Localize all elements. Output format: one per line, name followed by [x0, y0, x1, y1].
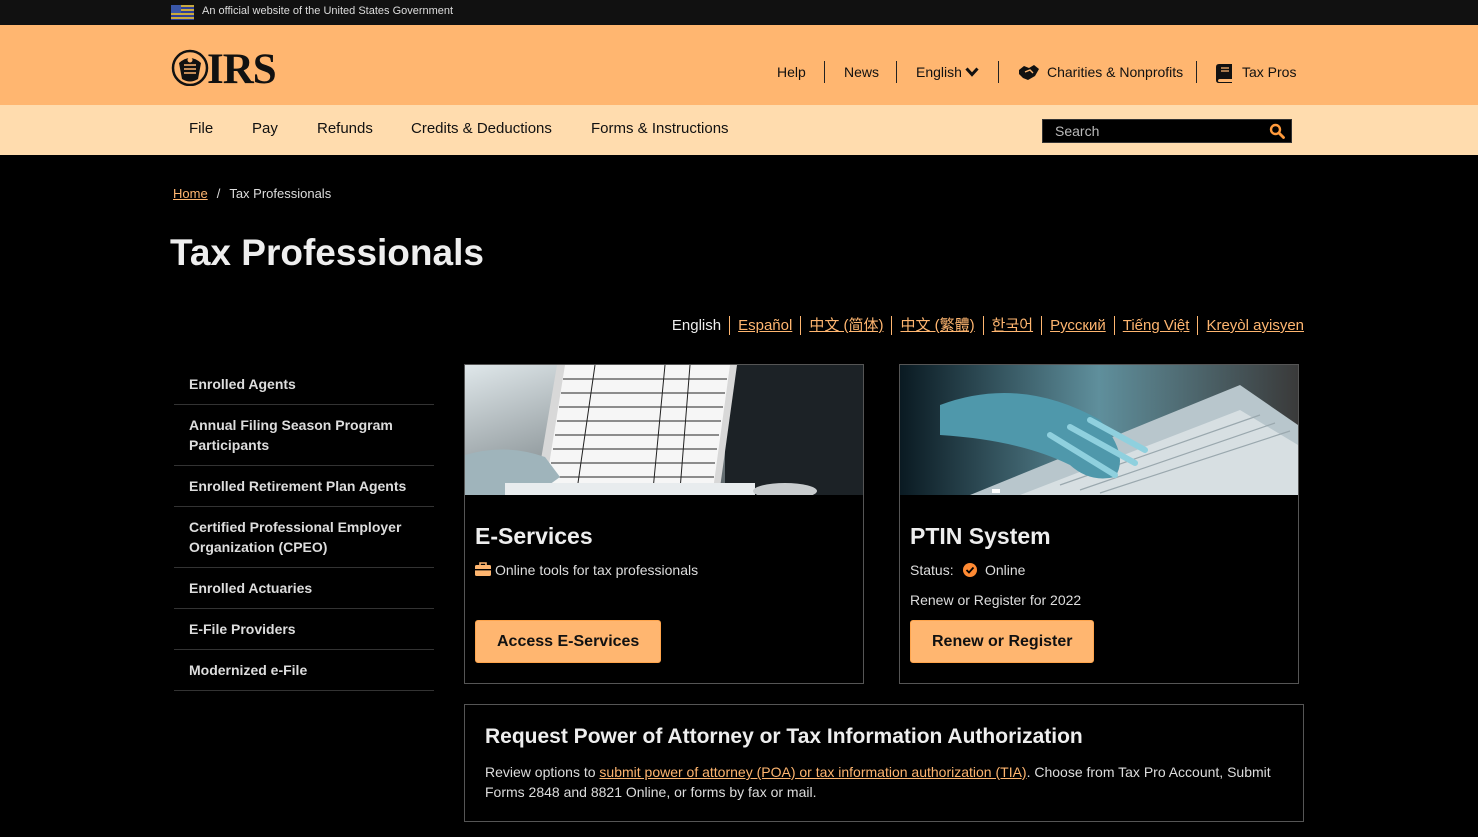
chevron-down-icon[interactable]: [965, 67, 979, 77]
page-title: Tax Professionals: [170, 232, 484, 273]
poa-text-intro: Review options to: [485, 764, 600, 780]
poa-box: Request Power of Attorney or Tax Informa…: [464, 704, 1304, 822]
header-divider: [1196, 61, 1197, 83]
search-box: [1042, 119, 1292, 143]
header-divider: [824, 61, 825, 83]
sidebar-item-efile-providers[interactable]: E-File Providers: [174, 609, 434, 650]
language-link-russian[interactable]: Русский: [1041, 316, 1114, 335]
ptin-card: PTIN System Status: Online Renew or Regi…: [899, 364, 1299, 684]
search-icon[interactable]: [1269, 123, 1285, 139]
language-link-chinese-simplified[interactable]: 中文 (简体): [800, 316, 891, 335]
language-link-spanish[interactable]: Español: [729, 316, 800, 335]
header-divider: [998, 61, 999, 83]
poa-tia-link[interactable]: submit power of attorney (POA) or tax in…: [599, 764, 1026, 780]
charities-link[interactable]: Charities & Nonprofits: [1047, 64, 1183, 80]
nav-item-forms-instructions[interactable]: Forms & Instructions: [591, 120, 729, 137]
nav-item-refunds[interactable]: Refunds: [317, 120, 373, 137]
language-links: English Español 中文 (简体) 中文 (繁體) 한국어 Русс…: [672, 316, 1304, 335]
sidebar-item-enrolled-actuaries[interactable]: Enrolled Actuaries: [174, 568, 434, 609]
renew-or-register-button[interactable]: Renew or Register: [910, 620, 1095, 663]
ptin-status-value: Online: [985, 562, 1026, 578]
tax-pros-link[interactable]: Tax Pros: [1242, 64, 1296, 80]
site-header: IRS Help News English Charities & Nonpro…: [0, 25, 1478, 105]
us-flag-icon: [171, 5, 194, 20]
language-link-vietnamese[interactable]: Tiếng Việt: [1113, 316, 1198, 335]
eagle-seal-icon: [171, 49, 209, 86]
ptin-image: [900, 365, 1298, 495]
sidebar-item-afsp-participants[interactable]: Annual Filing Season Program Participant…: [174, 405, 434, 466]
ptin-title: PTIN System: [910, 523, 1051, 549]
header-divider: [896, 61, 897, 83]
sidebar-item-enrolled-agents[interactable]: Enrolled Agents: [174, 364, 434, 405]
poa-title: Request Power of Attorney or Tax Informa…: [485, 725, 1083, 748]
language-current: English: [671, 317, 722, 334]
breadcrumb-home-link[interactable]: Home: [173, 186, 208, 201]
breadcrumb-separator: /: [216, 186, 221, 201]
poa-text: Review options to submit power of attorn…: [485, 762, 1285, 802]
eservices-card: E-Services Online tools for tax professi…: [464, 364, 864, 684]
eservices-title: E-Services: [475, 523, 593, 549]
news-link[interactable]: News: [844, 64, 879, 80]
main-nav: File Pay Refunds Credits & Deductions Fo…: [0, 105, 1478, 155]
eservices-image: [465, 365, 863, 495]
ptin-status-label: Status:: [910, 562, 954, 578]
sidebar-item-cpeo[interactable]: Certified Professional Employer Organiza…: [174, 507, 434, 568]
eservices-subtitle: Online tools for tax professionals: [495, 562, 699, 578]
language-selector[interactable]: English: [916, 64, 962, 80]
breadcrumb: Home / Tax Professionals: [173, 186, 331, 201]
access-eservices-button[interactable]: Access E-Services: [475, 620, 662, 663]
check-circle-icon: [963, 563, 977, 577]
help-link[interactable]: Help: [777, 64, 806, 80]
irs-logo[interactable]: IRS: [171, 46, 277, 93]
nav-item-pay[interactable]: Pay: [252, 120, 278, 137]
language-link-chinese-traditional[interactable]: 中文 (繁體): [891, 316, 982, 335]
language-link-korean[interactable]: 한국어: [982, 316, 1041, 335]
handshake-icon: [1019, 65, 1039, 80]
sidebar-item-retirement-plan-agents[interactable]: Enrolled Retirement Plan Agents: [174, 466, 434, 507]
official-banner-text: An official website of the United States…: [202, 5, 454, 17]
search-input[interactable]: [1043, 120, 1258, 142]
book-icon: [1216, 64, 1232, 83]
language-link-haitian-creole[interactable]: Kreyòl ayisyen: [1197, 316, 1304, 335]
ptin-description: Renew or Register for 2022: [910, 592, 1082, 608]
breadcrumb-current: Tax Professionals: [229, 186, 332, 201]
briefcase-icon: [475, 562, 491, 576]
sidebar-nav: Enrolled Agents Annual Filing Season Pro…: [174, 364, 434, 691]
nav-item-file[interactable]: File: [189, 120, 213, 137]
official-banner: An official website of the United States…: [0, 0, 1478, 25]
logo-wordmark: IRS: [207, 46, 277, 93]
sidebar-item-modernized-efile[interactable]: Modernized e-File: [174, 650, 434, 691]
nav-item-credits-deductions[interactable]: Credits & Deductions: [411, 120, 552, 137]
